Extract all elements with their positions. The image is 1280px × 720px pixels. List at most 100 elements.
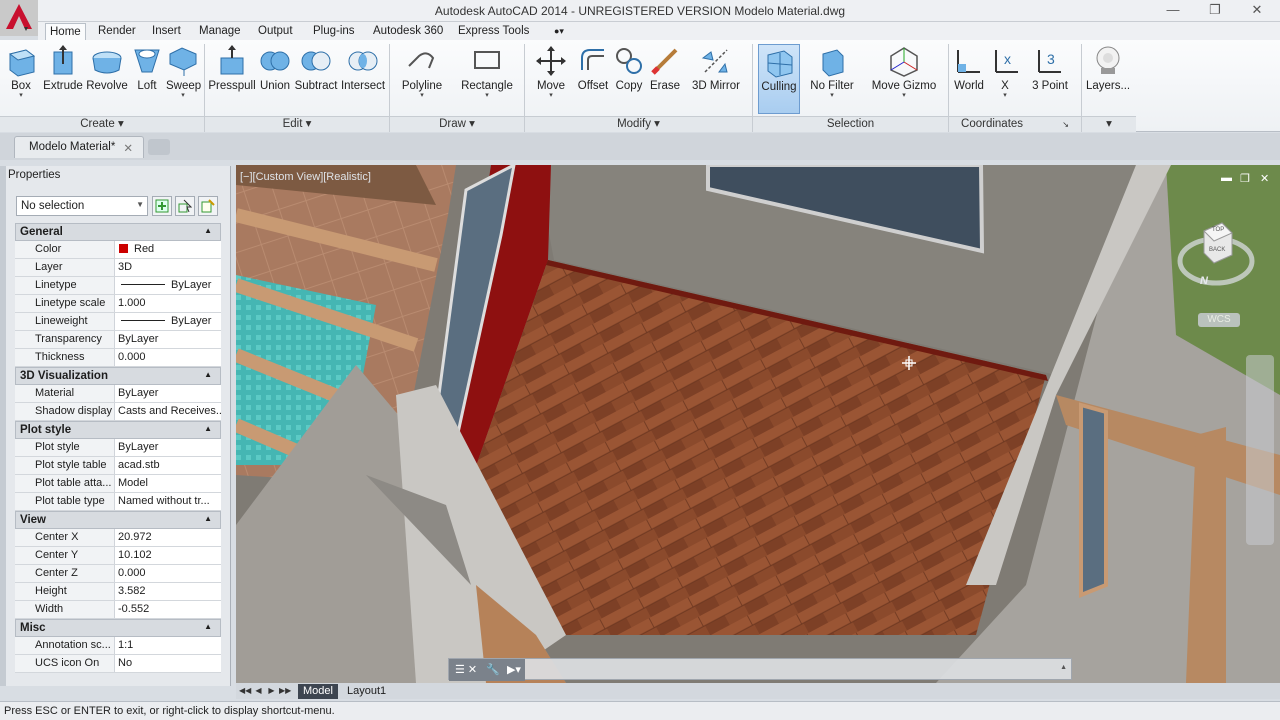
property-value[interactable]: Named without tr...	[115, 493, 221, 510]
property-row[interactable]: Plot table atta... Model	[15, 475, 221, 493]
property-row[interactable]: UCS icon On No	[15, 655, 221, 673]
close-tab-icon[interactable]: ✕	[123, 141, 133, 155]
property-category[interactable]: Misc ▲	[15, 619, 221, 637]
viewcube[interactable]: TOP BACK N	[1174, 217, 1258, 297]
property-category[interactable]: View ▲	[15, 511, 221, 529]
select-objects-button[interactable]	[175, 196, 195, 216]
property-value[interactable]: ByLayer	[115, 385, 221, 402]
sweep-button[interactable]: Sweep ▾	[166, 44, 201, 100]
toggle-pickadd-button[interactable]	[152, 196, 172, 216]
command-line[interactable]: ☰ ✕ 🔧 ▶▾ ▲	[448, 658, 1072, 681]
navigation-bar[interactable]	[1246, 355, 1274, 545]
viewport-minimize-icon[interactable]: ▬	[1221, 172, 1232, 184]
loft-button[interactable]: Loft	[130, 44, 164, 92]
close-icon[interactable]: ✕	[1246, 2, 1268, 18]
world-button[interactable]: World	[952, 44, 986, 92]
property-category[interactable]: 3D Visualization ▲	[15, 367, 221, 385]
prev-layout-icon[interactable]: ◀	[253, 685, 264, 696]
property-value[interactable]: 3D	[115, 259, 221, 276]
last-layout-icon[interactable]: ▶▶	[279, 685, 291, 696]
property-value[interactable]: 20.972	[115, 529, 221, 546]
property-value[interactable]: 3.582	[115, 583, 221, 600]
property-value[interactable]: -0.552	[115, 601, 221, 618]
next-layout-icon[interactable]: ▶	[266, 685, 277, 696]
property-row[interactable]: Height 3.582	[15, 583, 221, 601]
property-row[interactable]: Width -0.552	[15, 601, 221, 619]
wcs-menu[interactable]: WCS	[1198, 313, 1240, 327]
collapse-icon[interactable]: ▲	[204, 370, 212, 379]
property-value[interactable]: Red	[115, 241, 221, 258]
quick-select-button[interactable]	[198, 196, 218, 216]
tab-render[interactable]: Render	[94, 23, 140, 40]
collapse-icon[interactable]: ▲	[204, 622, 212, 631]
tab-model[interactable]: Model	[298, 684, 338, 699]
property-row[interactable]: Layer 3D	[15, 259, 221, 277]
close-command-line-icon[interactable]: ☰ ✕	[455, 664, 477, 676]
property-value[interactable]: Model	[115, 475, 221, 492]
property-value[interactable]: 10.102	[115, 547, 221, 564]
coordinates-panel-label[interactable]: Coordinates ↘	[949, 116, 1081, 132]
move-button[interactable]: Move ▾	[534, 44, 568, 100]
viewport-close-icon[interactable]: ✕	[1260, 172, 1269, 185]
revolve-button[interactable]: Revolve	[86, 44, 128, 92]
subtract-button[interactable]: Subtract	[294, 44, 338, 92]
collapse-icon[interactable]: ▲	[204, 226, 212, 235]
property-value[interactable]: 0.000	[115, 349, 221, 366]
property-row[interactable]: Color Red	[15, 241, 221, 259]
property-row[interactable]: Shadow display Casts and Receives...	[15, 403, 221, 421]
polyline-button[interactable]: Polyline ▾	[398, 44, 446, 100]
property-row[interactable]: Thickness 0.000	[15, 349, 221, 367]
chevron-up-icon[interactable]: ▲	[1060, 664, 1067, 671]
property-row[interactable]: Annotation sc... 1:1	[15, 637, 221, 655]
draw-panel-label[interactable]: Draw ▾	[390, 116, 524, 132]
application-menu-button[interactable]	[0, 0, 38, 36]
extrude-button[interactable]: Extrude	[42, 44, 84, 92]
property-row[interactable]: Center Y 10.102	[15, 547, 221, 565]
property-row[interactable]: Center Z 0.000	[15, 565, 221, 583]
culling-button[interactable]: Culling	[758, 44, 800, 114]
palette-title-strip[interactable]	[0, 166, 6, 686]
collapse-icon[interactable]: ▲	[204, 514, 212, 523]
property-row[interactable]: Plot style ByLayer	[15, 439, 221, 457]
property-value[interactable]: 0.000	[115, 565, 221, 582]
intersect-button[interactable]: Intersect	[340, 44, 386, 92]
property-row[interactable]: Linetype ByLayer	[15, 277, 221, 295]
property-value[interactable]: ByLayer	[115, 313, 221, 330]
tab-home[interactable]: Home	[45, 23, 86, 40]
property-category[interactable]: Plot style ▲	[15, 421, 221, 439]
property-row[interactable]: Plot table type Named without tr...	[15, 493, 221, 511]
recent-commands-icon[interactable]: ▶▾	[507, 664, 521, 676]
first-layout-icon[interactable]: ◀◀	[239, 685, 251, 696]
property-row[interactable]: Lineweight ByLayer	[15, 313, 221, 331]
collapse-icon[interactable]: ▲	[204, 424, 212, 433]
tab-layout1[interactable]: Layout1	[342, 684, 391, 699]
property-row[interactable]: Linetype scale 1.000	[15, 295, 221, 313]
tab-plugins[interactable]: Plug-ins	[309, 23, 359, 40]
tab-express-tools[interactable]: Express Tools	[454, 23, 533, 40]
tab-overflow-icon[interactable]: ●▾	[550, 23, 568, 40]
create-panel-label[interactable]: Create ▾	[0, 116, 204, 132]
minimize-icon[interactable]: —	[1162, 2, 1184, 18]
selection-dropdown[interactable]: No selection ▼	[16, 196, 148, 216]
offset-button[interactable]: Offset	[574, 44, 612, 92]
tab-autodesk-360[interactable]: Autodesk 360	[369, 23, 447, 40]
property-row[interactable]: Center X 20.972	[15, 529, 221, 547]
property-category[interactable]: General ▲	[15, 223, 221, 241]
box-button[interactable]: Box ▾	[4, 44, 38, 100]
drawing-viewport[interactable]: [−][Custom View][Realistic] ▬ ❐ ✕ TOP BA…	[236, 165, 1280, 683]
tab-manage[interactable]: Manage	[195, 23, 245, 40]
property-value[interactable]: acad.stb	[115, 457, 221, 474]
property-value[interactable]: 1:1	[115, 637, 221, 654]
property-row[interactable]: Material ByLayer	[15, 385, 221, 403]
property-value[interactable]: ByLayer	[115, 277, 221, 294]
property-value[interactable]: 1.000	[115, 295, 221, 312]
viewport-restore-icon[interactable]: ❐	[1240, 172, 1250, 185]
erase-button[interactable]: Erase	[648, 44, 682, 92]
command-input[interactable]	[525, 659, 1071, 680]
3-point-button[interactable]: 3 3 Point	[1030, 44, 1070, 92]
property-value[interactable]: ByLayer	[115, 331, 221, 348]
layers-button[interactable]: Layers...	[1086, 44, 1130, 92]
property-value[interactable]: Casts and Receives...	[115, 403, 221, 420]
property-row[interactable]: Transparency ByLayer	[15, 331, 221, 349]
customize-icon[interactable]: 🔧	[486, 664, 500, 676]
